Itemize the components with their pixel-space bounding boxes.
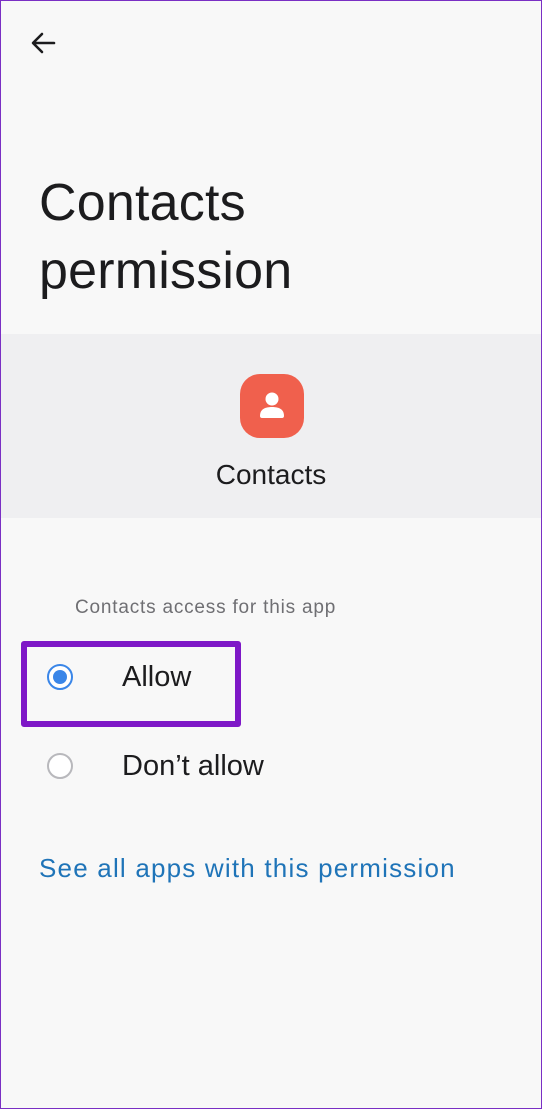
page-title: Contacts permission [39, 174, 293, 300]
dont-allow-radio-button[interactable] [47, 753, 73, 779]
dont-allow-option[interactable]: Don’t allow [1, 733, 541, 803]
allow-label: Allow [122, 661, 192, 693]
back-button[interactable] [23, 25, 63, 65]
arrow-left-icon [29, 29, 57, 62]
section-label: Contacts access for this app [75, 597, 337, 618]
allow-option[interactable]: Allow [1, 644, 541, 714]
contacts-person-icon [240, 374, 304, 438]
dont-allow-label: Don’t allow [122, 750, 264, 782]
see-all-apps-link[interactable]: See all apps with this permission [39, 853, 456, 884]
screen-frame: Contacts permission Contacts Contacts ac… [0, 0, 542, 1109]
allow-radio-button[interactable] [47, 664, 73, 690]
app-name: Contacts [215, 459, 327, 490]
